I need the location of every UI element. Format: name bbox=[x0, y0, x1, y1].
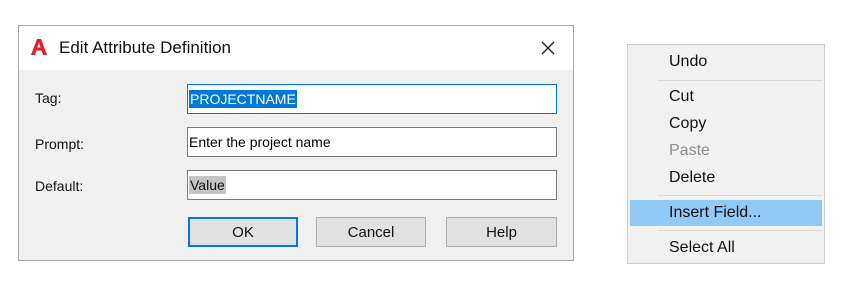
menu-item-insert-field[interactable]: Insert Field... bbox=[630, 200, 822, 226]
menu-item-cut[interactable]: Cut bbox=[630, 84, 822, 110]
tag-value: PROJECTNAME bbox=[189, 90, 297, 108]
menu-separator bbox=[658, 230, 822, 231]
menu-item-copy[interactable]: Copy bbox=[630, 111, 822, 137]
menu-separator bbox=[658, 195, 822, 196]
close-icon bbox=[541, 41, 555, 55]
dialog-titlebar[interactable]: Edit Attribute Definition bbox=[19, 26, 573, 70]
context-menu: Undo Cut Copy Paste Delete Insert Field.… bbox=[627, 44, 825, 264]
close-button[interactable] bbox=[533, 34, 563, 62]
menu-item-undo[interactable]: Undo bbox=[630, 49, 822, 75]
help-button[interactable]: Help bbox=[446, 217, 557, 247]
cancel-button[interactable]: Cancel bbox=[316, 217, 426, 247]
ok-button[interactable]: OK bbox=[188, 217, 298, 247]
default-field[interactable]: Value bbox=[187, 170, 557, 200]
dialog-title: Edit Attribute Definition bbox=[59, 38, 231, 57]
tag-label: Tag: bbox=[35, 90, 62, 106]
edit-attribute-dialog: Edit Attribute Definition Tag: PROJECTNA… bbox=[18, 25, 574, 261]
default-value: Value bbox=[189, 176, 226, 194]
prompt-field[interactable]: Enter the project name bbox=[187, 127, 557, 157]
prompt-value: Enter the project name bbox=[189, 134, 331, 150]
menu-separator bbox=[658, 80, 822, 81]
prompt-label: Prompt: bbox=[35, 136, 85, 152]
menu-item-select-all[interactable]: Select All bbox=[630, 235, 822, 261]
default-label: Default: bbox=[35, 178, 84, 194]
tag-field[interactable]: PROJECTNAME bbox=[187, 84, 557, 114]
menu-item-paste: Paste bbox=[669, 142, 710, 159]
menu-item-delete[interactable]: Delete bbox=[630, 165, 822, 191]
autocad-logo-icon bbox=[31, 39, 47, 55]
